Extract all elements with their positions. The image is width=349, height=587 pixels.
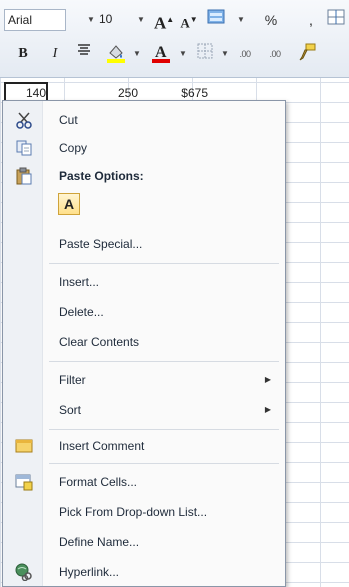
menu-item-sort[interactable]: Sort ▶ [3, 397, 285, 423]
mini-toolbar: Arial ▼ 10 ▼ A▲ A▼ ▼ % , B I ▼ A ▼ ▼ .00… [0, 0, 349, 78]
borders-button[interactable] [194, 42, 216, 66]
decrease-decimal-label: .00 [269, 49, 281, 59]
menu-item-define-name[interactable]: Define Name... [3, 529, 285, 555]
menu-item-label: Sort [59, 403, 82, 417]
menu-separator [49, 429, 279, 430]
context-menu: Cut Copy Paste Options: A Paste Special.… [2, 100, 286, 587]
merge-center-button[interactable] [326, 8, 346, 32]
menu-item-delete[interactable]: Delete... [3, 299, 285, 325]
cell-value: $675 [181, 86, 208, 100]
menu-item-cut[interactable]: Cut [3, 107, 285, 133]
center-align-button[interactable] [74, 42, 94, 66]
menu-item-copy[interactable]: Copy [3, 135, 285, 161]
accounting-format-button[interactable] [206, 8, 228, 32]
comma-style-label: , [309, 12, 313, 28]
menu-item-insert-comment[interactable]: Insert Comment [3, 433, 285, 459]
shrink-font-label: A [180, 15, 190, 31]
submenu-arrow-icon: ▶ [264, 375, 271, 384]
menu-item-format-cells[interactable]: Format Cells... [3, 469, 285, 495]
menu-item-clear-contents[interactable]: Clear Contents [3, 329, 285, 355]
font-size-value: 10 [99, 12, 113, 26]
grow-font-label: A [154, 13, 167, 33]
submenu-arrow-icon: ▶ [264, 405, 271, 414]
scissors-icon [15, 111, 33, 129]
paste-options-header: Paste Options: [3, 163, 285, 189]
font-size-box[interactable]: 10 [96, 9, 124, 31]
menu-item-hyperlink[interactable]: Hyperlink... [3, 559, 285, 585]
svg-text:A: A [155, 44, 167, 61]
comma-style-button[interactable]: , [302, 8, 320, 32]
menu-separator [49, 361, 279, 362]
menu-item-label: Clear Contents [59, 335, 140, 349]
menu-item-insert[interactable]: Insert... [3, 269, 285, 295]
shrink-font-button[interactable]: A▼ [180, 8, 198, 32]
comment-icon [15, 437, 33, 455]
percent-style-button[interactable]: % [262, 8, 280, 32]
fill-color-button[interactable] [104, 42, 128, 66]
font-name-value: Arial [8, 13, 33, 27]
center-align-icon [78, 44, 90, 55]
cell-value: 250 [117, 86, 138, 100]
menu-item-label: Cut [59, 113, 78, 127]
menu-item-paste-special[interactable]: Paste Special... [3, 231, 285, 257]
font-color-button[interactable]: A [150, 42, 172, 66]
italic-button[interactable]: I [46, 42, 64, 66]
fill-color-dropdown-icon[interactable]: ▼ [130, 43, 144, 65]
grow-font-icon: ▲ [166, 15, 175, 24]
borders-dropdown-icon[interactable]: ▼ [218, 43, 232, 65]
mini-toolbar-row-2: B I ▼ A ▼ ▼ .00 .00 [0, 40, 349, 70]
borders-icon [197, 43, 213, 59]
font-color-dropdown-icon[interactable]: ▼ [176, 43, 190, 65]
paste-options-row: A [3, 193, 285, 217]
increase-decimal-label: .00 [239, 49, 251, 59]
bold-button[interactable]: B [14, 42, 32, 66]
bold-label: B [18, 46, 28, 61]
format-cells-icon [15, 473, 33, 491]
percent-style-label: % [264, 12, 278, 28]
font-name-box[interactable]: Arial [4, 9, 66, 31]
font-size-dropdown-icon[interactable]: ▼ [134, 9, 148, 31]
menu-item-pick-from-dropdown[interactable]: Pick From Drop-down List... [3, 499, 285, 525]
format-painter-icon [299, 43, 316, 61]
menu-item-label: Delete... [59, 305, 104, 319]
font-color-icon: A [152, 44, 170, 63]
accounting-format-dropdown-icon[interactable]: ▼ [234, 9, 248, 31]
menu-item-label: Insert... [59, 275, 100, 289]
menu-separator [49, 463, 279, 464]
shrink-font-icon: ▼ [189, 15, 198, 24]
italic-label: I [52, 46, 58, 61]
menu-item-label: Filter [59, 373, 86, 387]
menu-item-label: Hyperlink... [59, 565, 120, 579]
clipboard-icon [15, 167, 33, 185]
merge-center-icon [327, 9, 345, 25]
menu-item-label: Define Name... [59, 535, 140, 549]
increase-decimal-button[interactable]: .00 [236, 42, 254, 66]
copy-icon [15, 139, 33, 157]
format-painter-button[interactable] [296, 42, 318, 66]
menu-item-label: Paste Special... [59, 237, 143, 251]
decrease-decimal-button[interactable]: .00 [266, 42, 284, 66]
menu-item-label: Paste Options: [59, 169, 144, 183]
grow-font-button[interactable]: A▲ [154, 8, 175, 33]
menu-item-label: Copy [59, 141, 88, 155]
menu-item-label: Insert Comment [59, 439, 145, 453]
fill-color-icon [107, 45, 125, 63]
hyperlink-icon [15, 563, 33, 582]
mini-toolbar-row-1: Arial ▼ 10 ▼ A▲ A▼ ▼ % , [0, 6, 349, 36]
menu-item-label: Format Cells... [59, 475, 138, 489]
accounting-format-icon [207, 9, 225, 24]
paste-keep-text-label: A [63, 196, 75, 212]
menu-separator [49, 263, 279, 264]
menu-item-label: Pick From Drop-down List... [59, 505, 208, 519]
menu-item-filter[interactable]: Filter ▶ [3, 367, 285, 393]
paste-keep-text-only-button[interactable]: A [58, 193, 80, 215]
cell-value: 140 [25, 86, 46, 100]
